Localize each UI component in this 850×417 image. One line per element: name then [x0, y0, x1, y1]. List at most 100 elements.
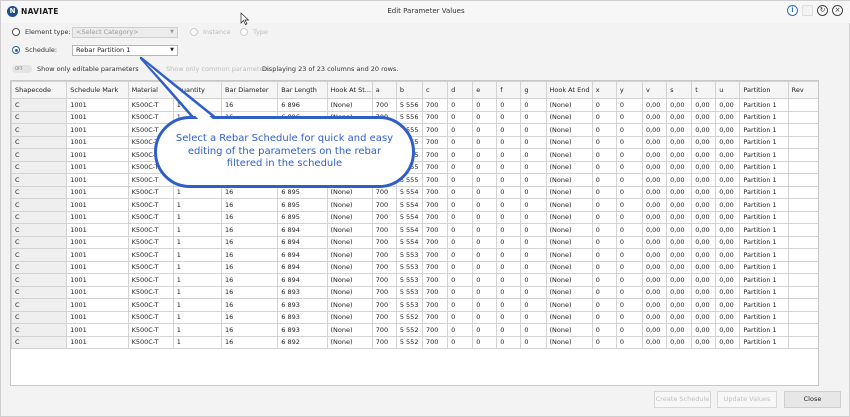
- table-cell[interactable]: 16: [221, 323, 279, 337]
- table-cell[interactable]: 700: [421, 323, 449, 337]
- table-cell[interactable]: (None): [545, 98, 593, 112]
- table-cell[interactable]: 0: [615, 210, 643, 224]
- table-cell[interactable]: Partition 1: [739, 335, 789, 349]
- table-cell[interactable]: 0,00: [715, 148, 741, 162]
- table-cell[interactable]: 700: [371, 223, 397, 237]
- table-cell[interactable]: 0,00: [666, 148, 693, 162]
- table-cell[interactable]: 700: [371, 285, 397, 299]
- table-cell[interactable]: 16: [221, 98, 279, 112]
- column-header[interactable]: Bar Diameter: [221, 81, 279, 99]
- table-cell[interactable]: 0,00: [666, 123, 693, 137]
- table-cell[interactable]: 700: [421, 235, 449, 249]
- table-cell[interactable]: 0,00: [715, 135, 741, 149]
- table-cell[interactable]: 0: [615, 135, 643, 149]
- column-header[interactable]: Partition: [739, 81, 789, 99]
- table-cell[interactable]: 0,00: [641, 273, 668, 287]
- column-header[interactable]: Schedule Mark: [66, 81, 129, 99]
- table-cell[interactable]: 1001: [66, 173, 129, 187]
- table-cell[interactable]: C: [11, 185, 68, 199]
- table-cell[interactable]: 1001: [66, 148, 129, 162]
- table-cell[interactable]: 0: [615, 298, 643, 312]
- table-cell[interactable]: 0,00: [715, 285, 741, 299]
- table-cell[interactable]: 0,00: [666, 260, 693, 274]
- table-cell[interactable]: Partition 1: [739, 223, 789, 237]
- table-cell[interactable]: 0: [520, 210, 547, 224]
- table-cell[interactable]: [787, 148, 818, 162]
- table-cell[interactable]: (None): [545, 110, 593, 124]
- table-cell[interactable]: (None): [545, 198, 593, 212]
- table-cell[interactable]: 700: [371, 323, 397, 337]
- table-cell[interactable]: 5 556: [395, 98, 423, 112]
- table-cell[interactable]: 1: [172, 235, 223, 249]
- table-cell[interactable]: 0,00: [641, 298, 668, 312]
- table-cell[interactable]: 6 894: [277, 235, 328, 249]
- table-cell[interactable]: (None): [545, 335, 593, 349]
- table-cell[interactable]: 0: [520, 248, 547, 262]
- table-cell[interactable]: 0: [591, 260, 617, 274]
- table-cell[interactable]: (None): [545, 160, 593, 174]
- table-cell[interactable]: 0,00: [641, 185, 668, 199]
- table-cell[interactable]: 5 552: [395, 335, 423, 349]
- table-cell[interactable]: 0: [615, 185, 643, 199]
- table-cell[interactable]: C: [11, 260, 68, 274]
- table-cell[interactable]: 700: [371, 210, 397, 224]
- table-cell[interactable]: 0,00: [641, 198, 668, 212]
- table-cell[interactable]: 0: [496, 148, 522, 162]
- table-cell[interactable]: (None): [326, 98, 373, 112]
- table-cell[interactable]: 16: [221, 335, 279, 349]
- table-cell[interactable]: (None): [545, 135, 593, 149]
- table-cell[interactable]: Partition 1: [739, 185, 789, 199]
- table-cell[interactable]: 0: [447, 298, 474, 312]
- table-cell[interactable]: 0: [447, 273, 474, 287]
- table-cell[interactable]: 1: [172, 223, 223, 237]
- table-cell[interactable]: 0: [472, 123, 498, 137]
- table-cell[interactable]: 1: [172, 323, 223, 337]
- table-cell[interactable]: C: [11, 223, 68, 237]
- table-cell[interactable]: 0,00: [666, 160, 693, 174]
- table-cell[interactable]: 0,00: [691, 235, 717, 249]
- table-cell[interactable]: Partition 1: [739, 323, 789, 337]
- table-cell[interactable]: 0: [520, 110, 547, 124]
- table-cell[interactable]: 0: [472, 335, 498, 349]
- schedule-radio[interactable]: [12, 46, 20, 54]
- table-cell[interactable]: 0,00: [715, 210, 741, 224]
- table-cell[interactable]: 0: [615, 123, 643, 137]
- table-cell[interactable]: 16: [221, 273, 279, 287]
- table-cell[interactable]: 0,00: [715, 160, 741, 174]
- table-cell[interactable]: 0: [472, 310, 498, 324]
- table-cell[interactable]: 0: [520, 98, 547, 112]
- table-cell[interactable]: 0,00: [715, 335, 741, 349]
- table-cell[interactable]: 0,00: [691, 273, 717, 287]
- table-cell[interactable]: K500C-T: [127, 260, 174, 274]
- column-header[interactable]: g: [520, 81, 547, 99]
- column-header[interactable]: f: [496, 81, 522, 99]
- table-cell[interactable]: 700: [421, 98, 449, 112]
- table-cell[interactable]: 5 552: [395, 310, 423, 324]
- category-dropdown[interactable]: <Select Category> ▼: [72, 27, 178, 38]
- table-cell[interactable]: 0,00: [666, 285, 693, 299]
- table-cell[interactable]: 1: [172, 98, 223, 112]
- table-cell[interactable]: 0,00: [666, 248, 693, 262]
- table-cell[interactable]: (None): [545, 260, 593, 274]
- column-header[interactable]: c: [421, 81, 449, 99]
- table-cell[interactable]: 0: [447, 160, 474, 174]
- column-header[interactable]: e: [472, 81, 498, 99]
- table-cell[interactable]: 1001: [66, 98, 129, 112]
- table-cell[interactable]: K500C-T: [127, 185, 174, 199]
- table-cell[interactable]: 0,00: [691, 148, 717, 162]
- table-cell[interactable]: 0: [591, 173, 617, 187]
- table-cell[interactable]: 700: [371, 273, 397, 287]
- table-cell[interactable]: 0,00: [691, 160, 717, 174]
- table-cell[interactable]: 0: [591, 160, 617, 174]
- table-cell[interactable]: K500C-T: [127, 248, 174, 262]
- table-cell[interactable]: 0: [615, 98, 643, 112]
- table-row[interactable]: C1001K500C-T1166 895(None)7005 555700000…: [11, 135, 818, 149]
- table-cell[interactable]: C: [11, 148, 68, 162]
- table-cell[interactable]: 0: [496, 223, 522, 237]
- table-cell[interactable]: 1001: [66, 323, 129, 337]
- table-cell[interactable]: 0,00: [715, 323, 741, 337]
- table-cell[interactable]: 0: [615, 160, 643, 174]
- table-cell[interactable]: (None): [326, 198, 373, 212]
- table-cell[interactable]: 1: [172, 310, 223, 324]
- table-cell[interactable]: [787, 123, 818, 137]
